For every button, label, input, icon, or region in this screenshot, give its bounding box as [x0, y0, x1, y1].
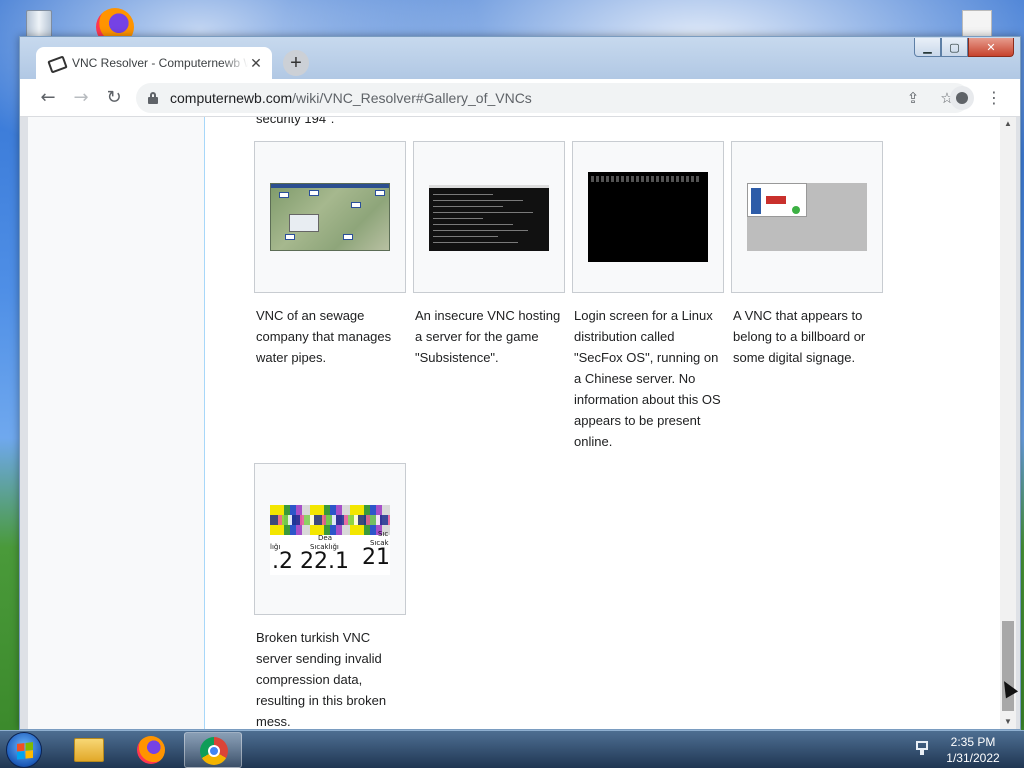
new-tab-button[interactable]: +: [283, 50, 309, 76]
broken-text: Dea: [318, 534, 332, 542]
broken-text: Sıc: [378, 530, 389, 538]
gallery-item: lığı Dea Sıcaklığı Sıcak Sıc .2 22.1 21 …: [254, 463, 406, 729]
gallery-caption: An insecure VNC hosting a server for the…: [415, 308, 561, 365]
broken-vnc-thumbnail: lığı Dea Sıcaklığı Sıcak Sıc .2 22.1 21: [270, 505, 390, 575]
gallery-item: VNC of an sewage company that manages wa…: [254, 141, 406, 368]
close-window-button[interactable]: ✕: [968, 38, 1014, 57]
window-controls: ▁ ▢ ✕: [914, 38, 1014, 57]
reload-button[interactable]: ↻: [102, 86, 126, 110]
share-icon[interactable]: ⇪: [904, 88, 922, 108]
url-path: /wiki/VNC_Resolver#Gallery_of_VNCs: [292, 90, 532, 106]
page-scrollbar[interactable]: ▲ ▼: [1000, 117, 1016, 729]
gallery-caption: VNC of an sewage company that manages wa…: [256, 308, 392, 365]
firefox-icon: [137, 736, 165, 764]
broken-number: 21: [362, 545, 390, 570]
gallery-caption: Login screen for a Linux distribution ca…: [574, 308, 721, 449]
forward-button[interactable]: →: [69, 86, 93, 110]
close-tab-icon[interactable]: ✕: [248, 55, 264, 71]
omnibox-actions: ⇪ ☆: [904, 88, 956, 108]
back-button[interactable]: ←: [36, 86, 60, 110]
gallery-thumbnail[interactable]: [413, 141, 565, 293]
tab-title: VNC Resolver - Computernewb Wiki: [72, 56, 248, 70]
tab-vnc-resolver[interactable]: VNC Resolver - Computernewb Wiki ✕: [36, 47, 272, 79]
page-content: security 194". VNC of an sewage company …: [206, 117, 1008, 729]
folder-icon: [74, 738, 104, 762]
profile-icon: [956, 92, 968, 104]
clock-date: 1/31/2022: [946, 751, 1000, 765]
page-viewport: security 194". VNC of an sewage company …: [28, 117, 1008, 729]
gallery-thumbnail[interactable]: [254, 141, 406, 293]
billboard-thumbnail: [747, 183, 867, 251]
gallery-item: An insecure VNC hosting a server for the…: [413, 141, 565, 368]
taskbar-clock[interactable]: 2:35 PM 1/31/2022: [938, 734, 1008, 766]
browser-toolbar: ← → ↻ computernewb.com/wiki/VNC_Resolver…: [20, 79, 1020, 117]
lock-icon[interactable]: [148, 92, 158, 104]
gallery-item: Login screen for a Linux distribution ca…: [572, 141, 724, 452]
scroll-up-arrow-icon[interactable]: ▲: [1000, 117, 1016, 131]
clock-time: 2:35 PM: [950, 735, 996, 749]
scroll-thumb[interactable]: [1002, 621, 1014, 711]
menu-button[interactable]: ⋮: [982, 86, 1006, 110]
minimize-button[interactable]: ▁: [914, 38, 941, 57]
taskbar: 2:35 PM 1/31/2022: [0, 730, 1024, 768]
secfox-login-thumbnail: [588, 172, 708, 262]
gallery-thumbnail[interactable]: [572, 141, 724, 293]
gallery-caption: Broken turkish VNC server sending invali…: [256, 630, 387, 729]
chrome-icon: [200, 737, 228, 765]
browser-window: VNC Resolver - Computernewb Wiki ✕ + ▁ ▢…: [19, 36, 1021, 730]
broken-number: 22.1: [300, 549, 349, 574]
start-button[interactable]: [6, 732, 42, 768]
gallery-thumbnail[interactable]: lığı Dea Sıcaklığı Sıcak Sıc .2 22.1 21: [254, 463, 406, 615]
sewage-map-thumbnail: [270, 183, 390, 251]
profile-button[interactable]: [950, 86, 974, 110]
taskbar-firefox[interactable]: [122, 732, 180, 768]
url-host: computernewb.com: [170, 90, 293, 106]
left-sidebar: [28, 117, 205, 729]
gallery-thumbnail[interactable]: [731, 141, 883, 293]
taskbar-explorer[interactable]: [60, 732, 118, 768]
taskbar-chrome[interactable]: [184, 732, 242, 768]
title-bar[interactable]: VNC Resolver - Computernewb Wiki ✕ + ▁ ▢…: [20, 37, 1020, 79]
vnc-favicon-icon: [48, 55, 64, 71]
broken-number: .2: [272, 549, 293, 574]
network-icon[interactable]: [914, 741, 932, 757]
address-bar[interactable]: computernewb.com/wiki/VNC_Resolver#Galle…: [136, 83, 970, 113]
maximize-button[interactable]: ▢: [941, 38, 968, 57]
gallery-caption: A VNC that appears to belong to a billbo…: [733, 308, 866, 365]
scroll-down-arrow-icon[interactable]: ▼: [1000, 715, 1016, 729]
cutoff-text: security 194".: [256, 117, 335, 126]
gallery-item: A VNC that appears to belong to a billbo…: [731, 141, 883, 368]
terminal-thumbnail: [429, 185, 549, 251]
